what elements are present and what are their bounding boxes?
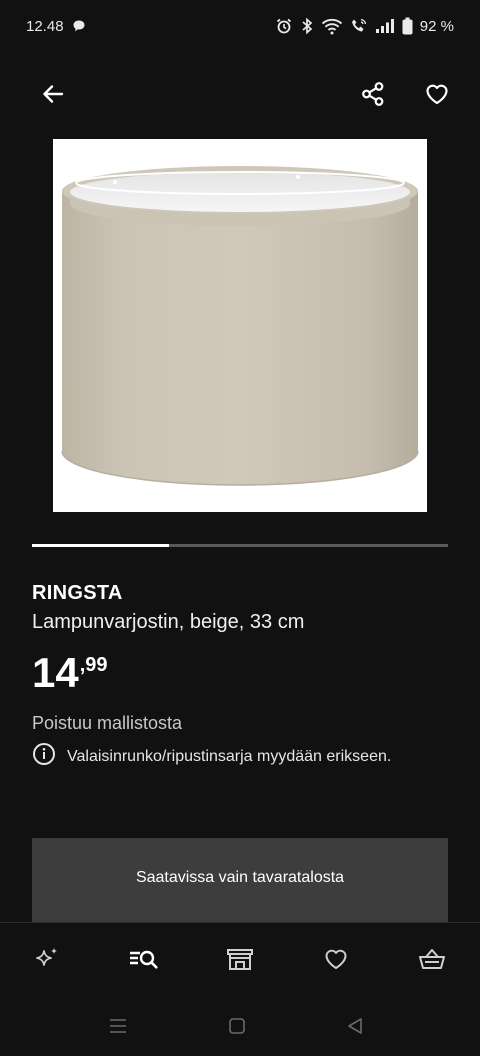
- chat-bubble-icon: [72, 19, 86, 33]
- share-icon: [360, 81, 386, 112]
- status-time: 12.48: [26, 17, 64, 35]
- product-price: 14 ,99: [32, 650, 108, 696]
- home-square-icon: [227, 1016, 247, 1041]
- bluetooth-icon: [300, 17, 314, 35]
- heart-icon: [322, 945, 350, 978]
- app-bar: [0, 70, 480, 122]
- system-navigation-bar: [0, 1000, 480, 1056]
- product-brand: RINGSTA: [32, 582, 123, 604]
- price-decimal: ,99: [79, 654, 108, 676]
- price-integer: 14: [32, 649, 79, 696]
- nav-favorites[interactable]: [312, 939, 360, 983]
- product-description: Lampunvarjostin, beige, 33 cm: [32, 611, 305, 633]
- bottom-navigation: [0, 922, 480, 1000]
- lamp-shade-illustration: [61, 166, 419, 486]
- arrow-left-icon: [40, 81, 66, 112]
- alarm-icon: [275, 17, 293, 35]
- back-triangle-icon: [345, 1016, 365, 1041]
- recent-apps-button[interactable]: [103, 1014, 133, 1042]
- store-only-button[interactable]: Saatavissa vain tavaratalosta: [32, 838, 448, 926]
- status-right: 92 %: [275, 17, 454, 35]
- status-left: 12.48: [26, 18, 86, 35]
- product-image[interactable]: [53, 139, 427, 512]
- system-back-button[interactable]: [340, 1014, 370, 1042]
- back-button[interactable]: [31, 74, 75, 118]
- nav-stores[interactable]: [216, 939, 264, 983]
- share-button[interactable]: [351, 74, 395, 118]
- basket-icon: [417, 945, 447, 978]
- recents-icon: [108, 1017, 128, 1040]
- store-icon: [225, 945, 255, 978]
- carousel-progress: [32, 544, 169, 547]
- nav-search[interactable]: [120, 939, 168, 983]
- sparkle-icon: [33, 945, 61, 978]
- home-button[interactable]: [222, 1014, 252, 1042]
- heart-outline-icon: [424, 81, 450, 112]
- signal-icon: [375, 18, 395, 34]
- nav-cart[interactable]: [408, 939, 456, 983]
- battery-icon: [402, 17, 413, 35]
- battery-level: 92 %: [419, 17, 454, 35]
- availability-status: Poistuu mallistosta: [32, 713, 183, 733]
- wifi-call-icon: [350, 17, 368, 35]
- favorite-button[interactable]: [415, 74, 459, 118]
- info-note-text: Valaisinrunko/ripustinsarja myydään erik…: [67, 747, 392, 765]
- wifi-icon: [321, 17, 343, 35]
- info-icon: [32, 742, 56, 771]
- status-bar: 12.48 92 %: [0, 0, 480, 52]
- info-note: Valaisinrunko/ripustinsarja myydään erik…: [32, 742, 391, 771]
- search-list-icon: [128, 945, 160, 978]
- nav-inspiration[interactable]: [23, 939, 71, 983]
- image-carousel-indicator: [32, 544, 448, 547]
